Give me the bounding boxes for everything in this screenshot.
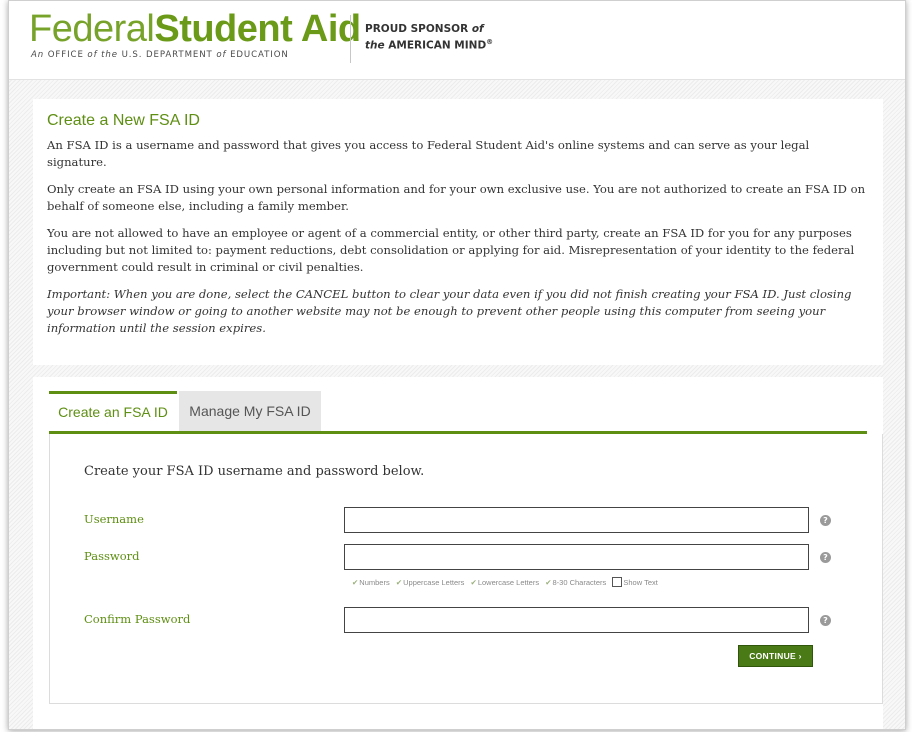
intro-paragraph-2: Only create an FSA ID using your own per… [47, 182, 866, 213]
username-help-icon[interactable]: ? [820, 515, 831, 526]
tab-bar: Create an FSA ID Manage My FSA ID [49, 391, 867, 434]
tab-manage-fsa-id[interactable]: Manage My FSA ID [179, 391, 321, 431]
registered-mark: ® [486, 38, 494, 46]
username-label: Username [84, 512, 144, 526]
check-icon: ✔ [545, 578, 552, 587]
logo-sub-of: of [212, 50, 231, 60]
create-form: Create your FSA ID username and password… [49, 434, 883, 704]
req-length: ✔8-30 Characters [545, 578, 606, 587]
logo-sub-department: U.S. DEPARTMENT [121, 50, 213, 60]
req-lowercase-label: Lowercase Letters [477, 578, 540, 587]
logo-word-student-aid: Student Aid [154, 8, 361, 50]
important-notice: Important: When you are done, select the… [47, 287, 852, 335]
req-uppercase: ✔Uppercase Letters [396, 578, 465, 587]
sponsor-american-mind: AMERICAN MIND [384, 39, 487, 52]
continue-button[interactable]: CONTINUE › [738, 645, 813, 667]
sponsor-tagline: PROUD SPONSOR of the AMERICAN MIND® [365, 23, 493, 53]
logo-word-federal: Federal [29, 8, 155, 50]
sponsor-proud: PROUD SPONSOR [365, 23, 472, 35]
logo-subtitle: An OFFICE of the U.S. DEPARTMENT of EDUC… [31, 50, 289, 60]
confirm-password-input[interactable] [344, 607, 809, 633]
tab-create-fsa-id[interactable]: Create an FSA ID [49, 391, 177, 431]
show-text-toggle[interactable]: Show Text [612, 577, 658, 587]
show-text-checkbox[interactable] [612, 577, 623, 587]
password-requirements: ✔Numbers ✔Uppercase Letters ✔Lowercase L… [352, 577, 662, 587]
logo-sub-of-the: of the [83, 50, 122, 60]
intro-section: Create a New FSA ID An FSA ID is a usern… [33, 99, 883, 365]
show-text-label: Show Text [623, 578, 658, 587]
site-header: FederalStudent Aid An OFFICE of the U.S.… [9, 1, 905, 80]
intro-paragraph-1: An FSA ID is a username and password tha… [47, 138, 810, 169]
browser-frame: FederalStudent Aid An OFFICE of the U.S.… [8, 0, 906, 730]
header-divider [350, 15, 351, 63]
confirm-password-label: Confirm Password [84, 612, 191, 626]
intro-paragraph-3: You are not allowed to have an employee … [47, 226, 855, 274]
logo-sub-an: An [31, 50, 48, 60]
logo-sub-education: EDUCATION [230, 50, 289, 60]
check-icon: ✔ [352, 578, 359, 587]
password-label: Password [84, 549, 140, 563]
password-help-icon[interactable]: ? [820, 552, 831, 563]
form-panel: Create an FSA ID Manage My FSA ID Create… [33, 377, 883, 729]
sponsor-of: of [471, 23, 484, 35]
req-numbers: ✔Numbers [352, 578, 390, 587]
password-input[interactable] [344, 544, 809, 570]
check-icon: ✔ [470, 578, 477, 587]
username-input[interactable] [344, 507, 809, 533]
req-length-label: 8-30 Characters [552, 578, 607, 587]
form-instructions: Create your FSA ID username and password… [84, 464, 425, 479]
page-title: Create a New FSA ID [47, 112, 200, 129]
check-icon: ✔ [395, 578, 403, 587]
req-numbers-label: Numbers [359, 578, 390, 587]
sponsor-the: the [365, 39, 385, 52]
confirm-password-help-icon[interactable]: ? [820, 615, 831, 626]
req-uppercase-label: Uppercase Letters [403, 578, 465, 587]
req-lowercase: ✔Lowercase Letters [471, 578, 540, 587]
logo-sub-office: OFFICE [47, 50, 84, 60]
fsa-logo[interactable]: FederalStudent Aid [29, 8, 361, 50]
